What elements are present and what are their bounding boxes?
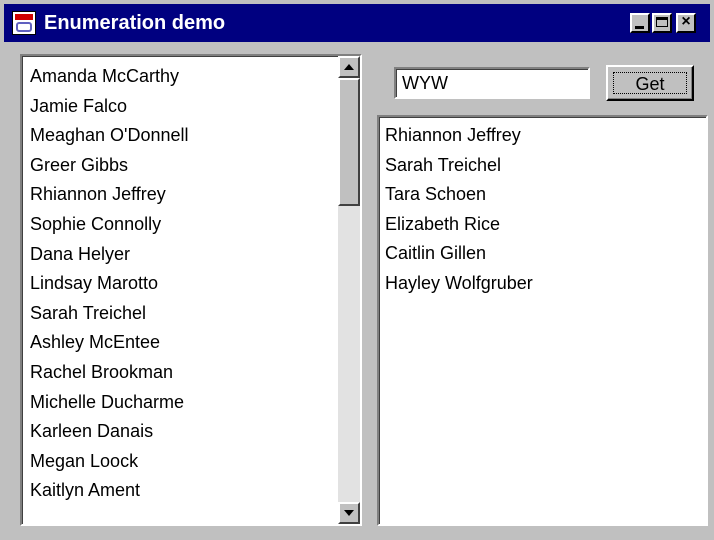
scroll-up-button[interactable] bbox=[338, 56, 360, 78]
vertical-scrollbar[interactable] bbox=[338, 56, 360, 524]
close-button[interactable]: × bbox=[676, 13, 696, 33]
minimize-button[interactable] bbox=[630, 13, 650, 33]
list-item[interactable]: Kaitlyn Ament bbox=[30, 476, 189, 506]
results-list[interactable]: Rhiannon Jeffrey Sarah Treichel Tara Sch… bbox=[377, 115, 708, 526]
list-item[interactable]: Rhiannon Jeffrey bbox=[385, 121, 533, 151]
list-item[interactable]: Amanda McCarthy bbox=[30, 62, 189, 92]
list-item[interactable]: Dana Helyer bbox=[30, 240, 189, 270]
list-item[interactable]: Elizabeth Rice bbox=[385, 210, 533, 240]
list-item[interactable]: Caitlin Gillen bbox=[385, 239, 533, 269]
list-item[interactable]: Ashley McEntee bbox=[30, 328, 189, 358]
get-button-label: Get bbox=[613, 72, 687, 94]
list-item[interactable]: Tara Schoen bbox=[385, 180, 533, 210]
maximize-button[interactable] bbox=[652, 13, 672, 33]
list-item[interactable]: Hayley Wolfgruber bbox=[385, 269, 533, 299]
results-list-items: Rhiannon Jeffrey Sarah Treichel Tara Sch… bbox=[385, 121, 533, 299]
list-item[interactable]: Greer Gibbs bbox=[30, 151, 189, 181]
list-item[interactable]: Sophie Connolly bbox=[30, 210, 189, 240]
list-item[interactable]: Rhiannon Jeffrey bbox=[30, 180, 189, 210]
search-input[interactable] bbox=[394, 67, 590, 99]
list-item[interactable]: Sarah Treichel bbox=[385, 151, 533, 181]
list-item[interactable]: Sarah Treichel bbox=[30, 299, 189, 329]
close-icon: × bbox=[681, 13, 691, 30]
names-list[interactable]: Amanda McCarthy Jamie Falco Meaghan O'Do… bbox=[20, 54, 362, 526]
window-title: Enumeration demo bbox=[44, 12, 226, 34]
get-button[interactable]: Get bbox=[606, 65, 694, 101]
list-item[interactable]: Meaghan O'Donnell bbox=[30, 121, 189, 151]
list-item[interactable]: Megan Loock bbox=[30, 447, 189, 477]
list-item[interactable]: Lindsay Marotto bbox=[30, 269, 189, 299]
maximize-icon bbox=[656, 17, 668, 27]
names-list-items: Amanda McCarthy Jamie Falco Meaghan O'Do… bbox=[30, 62, 189, 506]
scroll-down-button[interactable] bbox=[338, 502, 360, 524]
list-item[interactable]: Rachel Brookman bbox=[30, 358, 189, 388]
list-item[interactable]: Jamie Falco bbox=[30, 92, 189, 122]
arrow-down-icon bbox=[344, 510, 354, 516]
list-item[interactable]: Michelle Ducharme bbox=[30, 388, 189, 418]
arrow-up-icon bbox=[344, 64, 354, 70]
app-window: Enumeration demo × Amanda McCarthy Jamie… bbox=[0, 0, 714, 540]
java-cup-icon[interactable] bbox=[12, 11, 36, 35]
list-item[interactable]: Karleen Danais bbox=[30, 417, 189, 447]
title-bar[interactable]: Enumeration demo × bbox=[4, 4, 710, 42]
scroll-thumb[interactable] bbox=[338, 78, 360, 206]
minimize-icon bbox=[635, 26, 644, 29]
